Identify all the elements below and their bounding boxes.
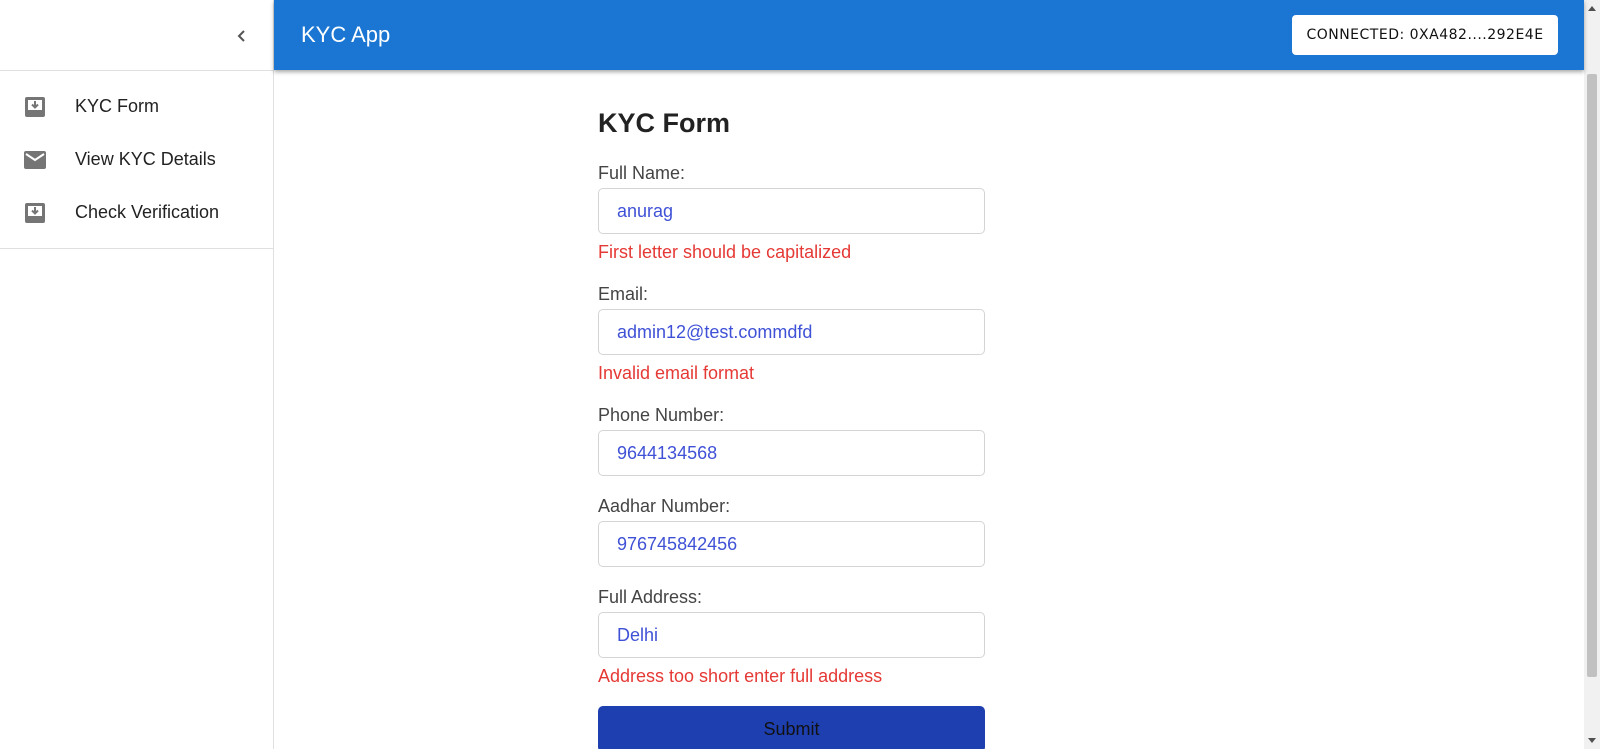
collapse-drawer-button[interactable]	[228, 22, 256, 50]
wallet-connect-button[interactable]: CONNECTED: 0XA482....292E4E	[1292, 15, 1558, 55]
app-title: KYC App	[301, 22, 391, 47]
sidebar-item-check-verification[interactable]: Check Verification	[0, 186, 273, 239]
form-title: KYC Form	[598, 108, 731, 138]
email-input[interactable]	[598, 309, 985, 355]
email-label: Email:	[598, 284, 649, 304]
sidebar-item-label: View KYC Details	[75, 149, 216, 169]
sidebar-drawer: KYC Form View KYC Details Check Verifica…	[0, 0, 274, 749]
phone-number-label: Phone Number:	[598, 405, 725, 425]
scrollbar-thumb[interactable]	[1587, 74, 1597, 677]
phone-number-input[interactable]	[598, 430, 985, 476]
vertical-scrollbar[interactable]	[1584, 0, 1600, 749]
app-bar: KYC App CONNECTED: 0XA482....292E4E	[274, 0, 1584, 70]
move-to-inbox-icon	[23, 95, 47, 119]
sidebar-item-kyc-form[interactable]: KYC Form	[0, 80, 273, 133]
move-to-inbox-icon	[23, 201, 47, 225]
full-name-error: First letter should be capitalized	[598, 242, 852, 262]
aadhar-number-label: Aadhar Number:	[598, 496, 731, 516]
submit-button[interactable]: Submit	[598, 706, 985, 749]
mail-icon	[23, 148, 47, 172]
full-address-label: Full Address:	[598, 587, 703, 607]
sidebar-item-label: KYC Form	[75, 96, 160, 116]
sidebar-item-label: Check Verification	[75, 202, 220, 222]
full-address-input[interactable]	[598, 612, 985, 658]
chevron-left-icon	[237, 30, 245, 42]
sidebar-item-view-kyc-details[interactable]: View KYC Details	[0, 133, 273, 186]
scroll-down-arrow-icon[interactable]	[1584, 733, 1600, 749]
full-name-label: Full Name:	[598, 163, 686, 183]
sidebar-nav: KYC Form View KYC Details Check Verifica…	[0, 71, 273, 249]
drawer-header	[0, 0, 273, 71]
app-root: KYC Form View KYC Details Check Verifica…	[0, 0, 1600, 749]
full-address-error: Address too short enter full address	[598, 666, 883, 686]
scroll-up-arrow-icon[interactable]	[1584, 0, 1600, 16]
kyc-form: KYC Form Full Name: First letter should …	[598, 108, 985, 749]
email-error: Invalid email format	[598, 363, 755, 383]
aadhar-number-input[interactable]	[598, 521, 985, 567]
full-name-input[interactable]	[598, 188, 985, 234]
